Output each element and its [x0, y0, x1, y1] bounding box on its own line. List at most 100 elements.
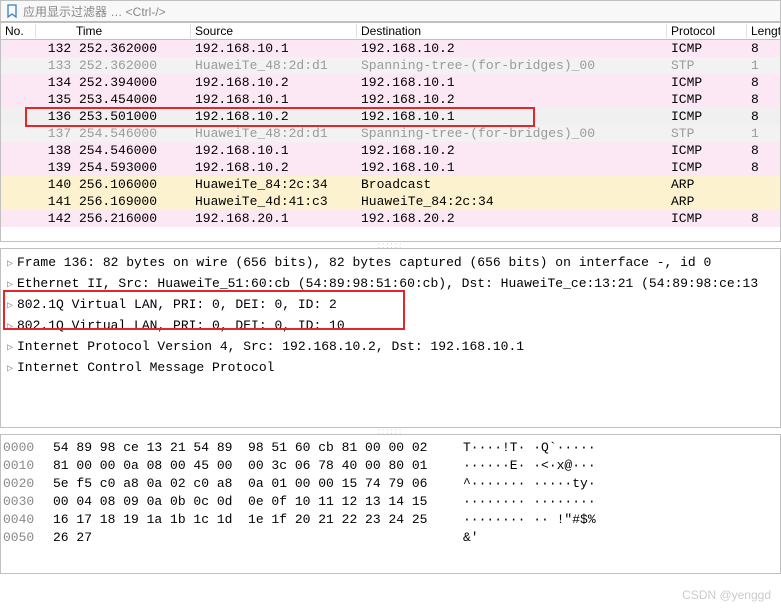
- col-no[interactable]: No.: [1, 24, 36, 38]
- cell-notime: 142 256.216000: [36, 211, 191, 226]
- cell-source: 192.168.10.2: [191, 109, 357, 124]
- expand-icon[interactable]: ▷: [3, 337, 17, 358]
- cell-source: 192.168.20.1: [191, 211, 357, 226]
- hex-row[interactable]: 000054 89 98 ce 13 21 54 89 98 51 60 cb …: [3, 439, 778, 457]
- detail-line[interactable]: ▷802.1Q Virtual LAN, PRI: 0, DEI: 0, ID:…: [3, 295, 778, 316]
- hex-bytes: 26 27: [53, 529, 463, 547]
- detail-line[interactable]: ▷Internet Protocol Version 4, Src: 192.1…: [3, 337, 778, 358]
- cell-destination: 192.168.10.1: [357, 75, 667, 90]
- cell-protocol: ICMP: [667, 211, 747, 226]
- detail-text: 802.1Q Virtual LAN, PRI: 0, DEI: 0, ID: …: [17, 295, 337, 314]
- cell-protocol: ARP: [667, 194, 747, 209]
- packet-row[interactable]: 140 256.106000HuaweiTe_84:2c:34Broadcast…: [1, 176, 780, 193]
- packet-row[interactable]: 138 254.546000192.168.10.1192.168.10.2IC…: [1, 142, 780, 159]
- hex-row[interactable]: 003000 04 08 09 0a 0b 0c 0d 0e 0f 10 11 …: [3, 493, 778, 511]
- cell-destination: HuaweiTe_84:2c:34: [357, 194, 667, 209]
- cell-source: HuaweiTe_4d:41:c3: [191, 194, 357, 209]
- display-filter-bar[interactable]: 应用显示过滤器 … <Ctrl-/>: [0, 0, 781, 22]
- cell-source: 192.168.10.2: [191, 160, 357, 175]
- cell-length: 1: [747, 58, 781, 73]
- hex-row[interactable]: 001081 00 00 0a 08 00 45 00 00 3c 06 78 …: [3, 457, 778, 475]
- hex-ascii: ······E· ·<·x@···: [463, 457, 596, 475]
- col-length[interactable]: Lengt: [747, 24, 781, 38]
- cell-source: HuaweiTe_48:2d:d1: [191, 126, 357, 141]
- cell-length: 8: [747, 143, 781, 158]
- hex-offset: 0020: [3, 475, 53, 493]
- cell-length: 8: [747, 109, 781, 124]
- col-time[interactable]: Time: [36, 24, 191, 38]
- expand-icon[interactable]: ▷: [3, 358, 17, 379]
- detail-text: Internet Control Message Protocol: [17, 358, 274, 377]
- cell-source: 192.168.10.1: [191, 92, 357, 107]
- hex-ascii: ········ ·· !"#$%: [463, 511, 596, 529]
- hex-ascii: ········ ········: [463, 493, 596, 511]
- cell-source: 192.168.10.1: [191, 41, 357, 56]
- detail-line[interactable]: ▷Internet Control Message Protocol: [3, 358, 778, 379]
- expand-icon[interactable]: ▷: [3, 295, 17, 316]
- col-protocol[interactable]: Protocol: [667, 24, 747, 38]
- packet-row[interactable]: 135 253.454000192.168.10.1192.168.10.2IC…: [1, 91, 780, 108]
- cell-source: HuaweiTe_84:2c:34: [191, 177, 357, 192]
- packet-row[interactable]: 133 252.362000HuaweiTe_48:2d:d1Spanning-…: [1, 57, 780, 74]
- hex-bytes: 5e f5 c0 a8 0a 02 c0 a8 0a 01 00 00 15 7…: [53, 475, 463, 493]
- cell-destination: Spanning-tree-(for-bridges)_00: [357, 58, 667, 73]
- cell-length: 8: [747, 92, 781, 107]
- expand-icon[interactable]: ▷: [3, 316, 17, 337]
- col-source[interactable]: Source: [191, 24, 357, 38]
- packet-row[interactable]: 139 254.593000192.168.10.2192.168.10.1IC…: [1, 159, 780, 176]
- cell-notime: 134 252.394000: [36, 75, 191, 90]
- hex-row[interactable]: 00205e f5 c0 a8 0a 02 c0 a8 0a 01 00 00 …: [3, 475, 778, 493]
- cell-destination: Broadcast: [357, 177, 667, 192]
- hex-offset: 0030: [3, 493, 53, 511]
- packet-list-header[interactable]: No. Time Source Destination Protocol Len…: [1, 23, 780, 40]
- expand-icon[interactable]: ▷: [3, 253, 17, 274]
- packet-row[interactable]: 141 256.169000HuaweiTe_4d:41:c3HuaweiTe_…: [1, 193, 780, 210]
- cell-length: 8: [747, 75, 781, 90]
- packet-row[interactable]: 134 252.394000192.168.10.2192.168.10.1IC…: [1, 74, 780, 91]
- expand-icon[interactable]: ▷: [3, 274, 17, 295]
- col-destination[interactable]: Destination: [357, 24, 667, 38]
- cell-destination: 192.168.10.2: [357, 41, 667, 56]
- cell-protocol: ARP: [667, 177, 747, 192]
- cell-length: 8: [747, 41, 781, 56]
- cell-notime: 133 252.362000: [36, 58, 191, 73]
- detail-line[interactable]: ▷Frame 136: 82 bytes on wire (656 bits),…: [3, 253, 778, 274]
- hex-offset: 0050: [3, 529, 53, 547]
- cell-notime: 141 256.169000: [36, 194, 191, 209]
- packet-row[interactable]: 136 253.501000192.168.10.2192.168.10.1IC…: [1, 108, 780, 125]
- cell-protocol: STP: [667, 58, 747, 73]
- cell-length: 8: [747, 211, 781, 226]
- watermark-text: CSDN @yenggd: [682, 588, 771, 602]
- packet-detail-pane: ▷Frame 136: 82 bytes on wire (656 bits),…: [0, 248, 781, 428]
- cell-destination: Spanning-tree-(for-bridges)_00: [357, 126, 667, 141]
- detail-text: 802.1Q Virtual LAN, PRI: 0, DEI: 0, ID: …: [17, 316, 345, 335]
- packet-row[interactable]: 142 256.216000192.168.20.1192.168.20.2IC…: [1, 210, 780, 227]
- hex-offset: 0000: [3, 439, 53, 457]
- cell-protocol: ICMP: [667, 109, 747, 124]
- packet-row[interactable]: 137 254.546000HuaweiTe_48:2d:d1Spanning-…: [1, 125, 780, 142]
- cell-notime: 140 256.106000: [36, 177, 191, 192]
- cell-destination: 192.168.10.1: [357, 160, 667, 175]
- hex-offset: 0010: [3, 457, 53, 475]
- detail-text: Ethernet II, Src: HuaweiTe_51:60:cb (54:…: [17, 274, 758, 293]
- detail-line[interactable]: ▷802.1Q Virtual LAN, PRI: 0, DEI: 0, ID:…: [3, 316, 778, 337]
- hex-bytes: 54 89 98 ce 13 21 54 89 98 51 60 cb 81 0…: [53, 439, 463, 457]
- hex-row[interactable]: 005026 27&': [3, 529, 778, 547]
- packet-row[interactable]: 132 252.362000192.168.10.1192.168.10.2IC…: [1, 40, 780, 57]
- cell-destination: 192.168.20.2: [357, 211, 667, 226]
- cell-notime: 136 253.501000: [36, 109, 191, 124]
- cell-source: 192.168.10.2: [191, 75, 357, 90]
- packet-hex-pane: 000054 89 98 ce 13 21 54 89 98 51 60 cb …: [0, 434, 781, 574]
- hex-row[interactable]: 004016 17 18 19 1a 1b 1c 1d 1e 1f 20 21 …: [3, 511, 778, 529]
- cell-notime: 138 254.546000: [36, 143, 191, 158]
- cell-protocol: ICMP: [667, 92, 747, 107]
- cell-notime: 132 252.362000: [36, 41, 191, 56]
- filter-placeholder: 应用显示过滤器 … <Ctrl-/>: [23, 3, 776, 20]
- cell-protocol: STP: [667, 126, 747, 141]
- hex-ascii: &': [463, 529, 479, 547]
- cell-length: 1: [747, 126, 781, 141]
- hex-ascii: ^······· ·····ty·: [463, 475, 596, 493]
- cell-source: 192.168.10.1: [191, 143, 357, 158]
- hex-bytes: 00 04 08 09 0a 0b 0c 0d 0e 0f 10 11 12 1…: [53, 493, 463, 511]
- detail-line[interactable]: ▷Ethernet II, Src: HuaweiTe_51:60:cb (54…: [3, 274, 778, 295]
